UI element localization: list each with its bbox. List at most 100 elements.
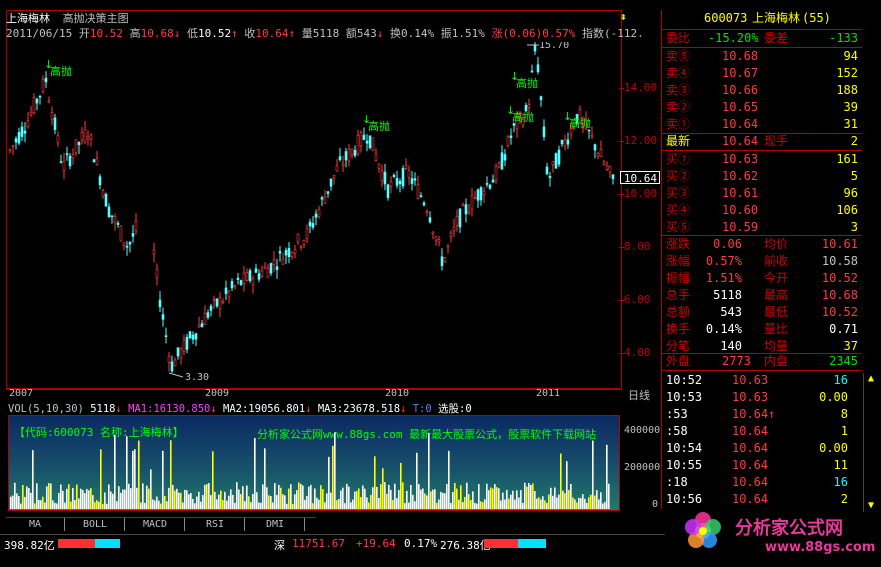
scroll-down-icon[interactable]: ▼	[864, 500, 878, 511]
stat-row: 总额 543 最低 10.52	[666, 305, 858, 319]
volume-bar	[596, 490, 598, 509]
volume-bar	[356, 490, 358, 509]
volume-bar	[604, 501, 606, 509]
ma2-label: MA2:	[223, 403, 249, 415]
candle-body	[416, 184, 420, 199]
tab-dmi[interactable]: DMI	[246, 518, 305, 531]
volume-bar	[314, 488, 316, 509]
candle-body	[11, 145, 15, 147]
candle-body	[413, 178, 417, 181]
tick-row: :58 10.64 1	[666, 424, 848, 438]
volume-bar	[206, 484, 208, 509]
volume-bar	[56, 503, 58, 509]
volume-bar	[410, 484, 412, 509]
volume-bar	[528, 483, 530, 509]
candle-body	[104, 193, 108, 207]
sell-signal-label: 高抛	[512, 110, 534, 124]
volume-bar	[372, 487, 374, 509]
volume-bar	[82, 489, 84, 509]
candle-body	[56, 135, 60, 144]
volume-bar	[488, 490, 490, 509]
change-label: 涨	[491, 27, 503, 40]
volume-bar	[490, 487, 492, 509]
volume-bar	[468, 494, 470, 509]
candle-body	[389, 181, 393, 187]
volume-bar	[304, 499, 306, 509]
volume-bar	[94, 502, 96, 509]
volume-bar	[420, 489, 422, 509]
candle-body	[89, 134, 93, 140]
candlestick-chart[interactable]: 15.703.30↓高抛↓高抛↓高抛↓高抛 ↓高抛	[7, 42, 619, 387]
low-label: 低	[186, 27, 198, 40]
tab-ma[interactable]: MA	[6, 518, 65, 531]
quote-num: (55)	[802, 11, 831, 25]
candle-body	[308, 221, 312, 227]
volume-bar	[74, 499, 76, 509]
volume-bar	[552, 495, 554, 509]
volume-bar	[168, 487, 170, 509]
volume-bar	[460, 485, 462, 509]
tick-row: 10:52 10.63 16	[666, 373, 848, 387]
x-label-2007: 2007	[9, 388, 34, 399]
volume-bar	[220, 490, 222, 509]
sell-level-2: 卖② 10.65 39	[666, 100, 858, 114]
volume-bar	[238, 489, 240, 509]
indicator-title[interactable]: 高抛决策主图	[63, 12, 129, 25]
candle-body	[311, 223, 315, 228]
quote-code: 600073	[704, 11, 748, 25]
candle-body	[71, 154, 75, 159]
volume-bar	[464, 496, 466, 509]
tick-scrollbar[interactable]: ▲ ▼	[863, 373, 878, 513]
candle-body	[344, 151, 348, 161]
volume-bar	[88, 490, 90, 509]
candle-body	[305, 228, 309, 239]
volume-bar	[572, 497, 574, 509]
tab-rsi[interactable]: RSI	[186, 518, 245, 531]
vol-extra: T:0	[412, 403, 432, 415]
volume-bar	[380, 484, 382, 509]
candle-body	[419, 195, 423, 198]
volume-bar	[578, 497, 580, 509]
sell-signal-label: 高抛	[368, 119, 390, 133]
stock-name: 上海梅林	[6, 12, 50, 25]
candle-body	[284, 249, 288, 256]
volume-bar	[306, 496, 308, 509]
lock-icon[interactable]: ⇞	[620, 10, 630, 23]
volume-bar	[192, 499, 194, 509]
quote-name: 上海梅林	[752, 11, 801, 25]
volume-bar	[298, 482, 300, 509]
stat-row: 涨幅 0.57% 前收 10.58	[666, 254, 858, 268]
current-price-tag: 10.64	[620, 171, 660, 185]
volume-bar	[430, 491, 432, 509]
candle-body	[542, 126, 546, 137]
volume-bar	[580, 498, 582, 509]
sz-change: +19.64	[356, 537, 396, 550]
candle-body	[158, 299, 162, 308]
volume-bar	[590, 494, 592, 509]
volume-bar	[126, 436, 128, 509]
tab-boll[interactable]: BOLL	[66, 518, 125, 531]
volume-bar	[190, 493, 192, 509]
candle-body	[431, 231, 435, 235]
candle-body	[215, 298, 219, 307]
candle-body	[257, 273, 261, 280]
x-label-2010: 2010	[385, 388, 410, 399]
volume-bar	[232, 494, 234, 509]
volume-bar	[470, 500, 472, 509]
candle-body	[179, 348, 183, 359]
tab-macd[interactable]: MACD	[126, 518, 185, 531]
candle-body	[248, 270, 252, 281]
sh-updown-bar	[58, 539, 120, 548]
candle-body	[341, 163, 345, 166]
scroll-up-icon[interactable]: ▲	[864, 373, 878, 384]
candle-body	[263, 266, 267, 269]
volume-bar	[336, 500, 338, 509]
volume-bar	[216, 499, 218, 509]
volume-bar	[28, 488, 30, 509]
candle-body	[95, 158, 99, 165]
candle-body	[23, 130, 27, 134]
volume-bar	[46, 486, 48, 509]
sz-updown-bar	[484, 539, 546, 548]
candle-body	[392, 174, 396, 177]
period-label[interactable]: 日线	[628, 387, 650, 403]
